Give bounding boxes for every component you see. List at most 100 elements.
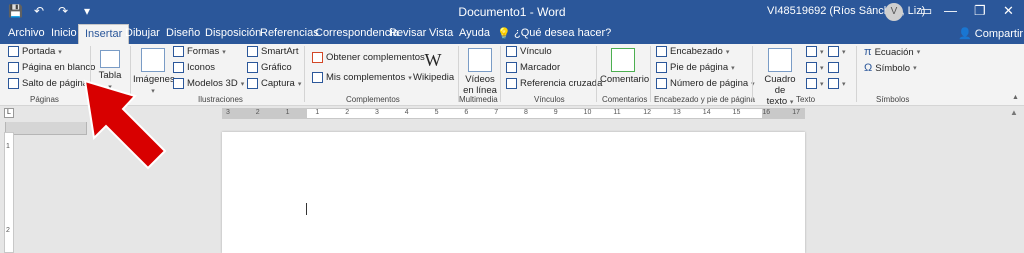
- group-label-multimedia: Multimedia: [459, 95, 498, 104]
- store-icon: [312, 52, 323, 63]
- cross-reference-icon: [506, 78, 517, 89]
- date-time-icon: [828, 62, 839, 73]
- tab-referencias[interactable]: Referencias: [260, 27, 319, 39]
- ruler-tick: 2: [345, 109, 350, 116]
- pie-de-pagina-button[interactable]: Pie de página ▾: [656, 62, 735, 73]
- ruler-tick: 3: [375, 109, 379, 116]
- ecuacion-button[interactable]: π Ecuación ▾: [864, 46, 920, 58]
- portada-button[interactable]: Portada ▾: [8, 46, 62, 57]
- tab-diseno[interactable]: Diseño: [166, 27, 200, 39]
- encabezado-button[interactable]: Encabezado ▾: [656, 46, 729, 57]
- group-label-comentarios: Comentarios: [602, 95, 648, 104]
- ruler-tick: 3: [226, 109, 230, 116]
- restore-button[interactable]: ❐: [974, 3, 986, 19]
- cover-page-icon: [8, 46, 19, 57]
- group-label-vinculos: Vínculos: [534, 95, 565, 104]
- tab-disposicion[interactable]: Disposición: [205, 27, 261, 39]
- pagina-en-blanco-button[interactable]: Página en blanco: [8, 62, 95, 73]
- vertical-ruler[interactable]: 1 2: [4, 132, 14, 253]
- ruler-tick: 11: [613, 109, 621, 116]
- horizontal-ruler[interactable]: [222, 108, 805, 119]
- wordart-button[interactable]: ▾: [806, 62, 824, 73]
- ruler-tick: 13: [673, 109, 681, 116]
- ruler-tick: 5: [434, 109, 439, 116]
- bookmark-icon: [506, 62, 517, 73]
- ruler-tick: 15: [732, 109, 741, 116]
- marcador-button[interactable]: Marcador: [506, 62, 560, 73]
- icons-icon: [173, 62, 184, 73]
- videos-en-linea-button[interactable]: Vídeos en línea: [461, 48, 499, 96]
- chart-icon: [247, 62, 258, 73]
- object-button[interactable]: ▾: [828, 78, 846, 89]
- salto-highlight: [5, 121, 87, 135]
- ruler-tick: 8: [524, 109, 528, 116]
- tab-dibujar[interactable]: Dibujar: [125, 27, 160, 39]
- avatar[interactable]: V: [885, 3, 903, 21]
- vruler-tick: 1: [6, 143, 10, 150]
- date-time-button[interactable]: [828, 62, 839, 73]
- red-arrow-annotation: [83, 79, 167, 170]
- collapse-ribbon-icon[interactable]: ▲: [1012, 94, 1019, 101]
- mis-complementos-button[interactable]: Mis complementos ▾: [312, 72, 412, 83]
- drop-cap-icon: [806, 78, 817, 89]
- modelos-3d-button[interactable]: Modelos 3D ▾: [173, 78, 244, 89]
- obtener-complementos-button[interactable]: Obtener complementos: [312, 52, 425, 63]
- comentario-button[interactable]: Comentario: [600, 48, 649, 85]
- page-number-icon: [656, 78, 667, 89]
- smartart-icon: [247, 46, 258, 57]
- group-label-texto: Texto: [796, 95, 816, 104]
- divider: [500, 46, 501, 102]
- tell-me-input[interactable]: ¿Qué desea hacer?: [514, 27, 611, 39]
- 3d-models-icon: [173, 78, 184, 89]
- header-icon: [656, 46, 667, 57]
- referencia-cruzada-button[interactable]: Referencia cruzada: [506, 78, 602, 89]
- blank-page-icon: [8, 62, 19, 73]
- tab-inicio[interactable]: Inicio: [51, 27, 77, 39]
- tab-vista[interactable]: Vista: [429, 27, 453, 39]
- tab-ayuda[interactable]: Ayuda: [459, 27, 490, 39]
- simbolo-button[interactable]: Ω Símbolo ▾: [864, 62, 917, 74]
- salto-de-pagina-button[interactable]: Salto de página: [8, 78, 88, 89]
- shapes-icon: [173, 46, 184, 57]
- smartart-button[interactable]: SmartArt: [247, 46, 298, 57]
- tab-insertar[interactable]: Insertar: [78, 24, 130, 44]
- ruler-tick: 7: [494, 109, 499, 116]
- group-label-encabezado: Encabezado y pie de página: [654, 95, 755, 104]
- ruler-tick: 14: [702, 109, 711, 116]
- text-cursor: [306, 203, 307, 215]
- tab-selector-icon[interactable]: L: [4, 108, 14, 118]
- formas-button[interactable]: Formas ▾: [173, 46, 226, 57]
- ruler-tick: 16: [762, 109, 771, 116]
- scroll-up-icon[interactable]: ▲: [1010, 108, 1020, 118]
- captura-button[interactable]: Captura ▾: [247, 78, 301, 89]
- wikipedia-button[interactable]: W Wikipedia: [413, 48, 454, 83]
- grafico-button[interactable]: Gráfico: [247, 62, 292, 73]
- divider: [856, 46, 857, 102]
- minimize-button[interactable]: —: [944, 3, 957, 18]
- pictures-icon: [141, 48, 165, 72]
- close-button[interactable]: ✕: [1003, 3, 1014, 19]
- vinculo-button[interactable]: Vínculo: [506, 46, 552, 57]
- ruler-tick: 10: [583, 109, 592, 116]
- numero-de-pagina-button[interactable]: Número de página▾: [656, 78, 755, 89]
- share-button[interactable]: 👤 Compartir: [958, 27, 1023, 40]
- iconos-button[interactable]: Iconos: [173, 62, 215, 73]
- ribbon-display-icon[interactable]: ▭: [920, 3, 932, 19]
- quick-parts-button[interactable]: ▾: [806, 46, 824, 57]
- drop-cap-button[interactable]: ▾: [806, 78, 824, 89]
- signature-line-button[interactable]: ▾: [828, 46, 846, 57]
- group-label-complementos: Complementos: [346, 95, 400, 104]
- divider: [596, 46, 597, 102]
- tab-revisar[interactable]: Revisar: [389, 27, 426, 39]
- wordart-icon: [806, 62, 817, 73]
- ruler-tick: 6: [464, 109, 469, 116]
- link-icon: [506, 46, 517, 57]
- tab-correspondencia[interactable]: Correspondencia: [315, 27, 399, 39]
- divider: [458, 46, 459, 102]
- document-page[interactable]: [222, 132, 805, 253]
- pi-icon: π: [864, 46, 872, 58]
- group-label-paginas: Páginas: [30, 95, 59, 104]
- tab-archivo[interactable]: Archivo: [8, 27, 45, 39]
- lightbulb-icon: 💡: [497, 28, 511, 40]
- ruler-tick: 4: [404, 109, 409, 116]
